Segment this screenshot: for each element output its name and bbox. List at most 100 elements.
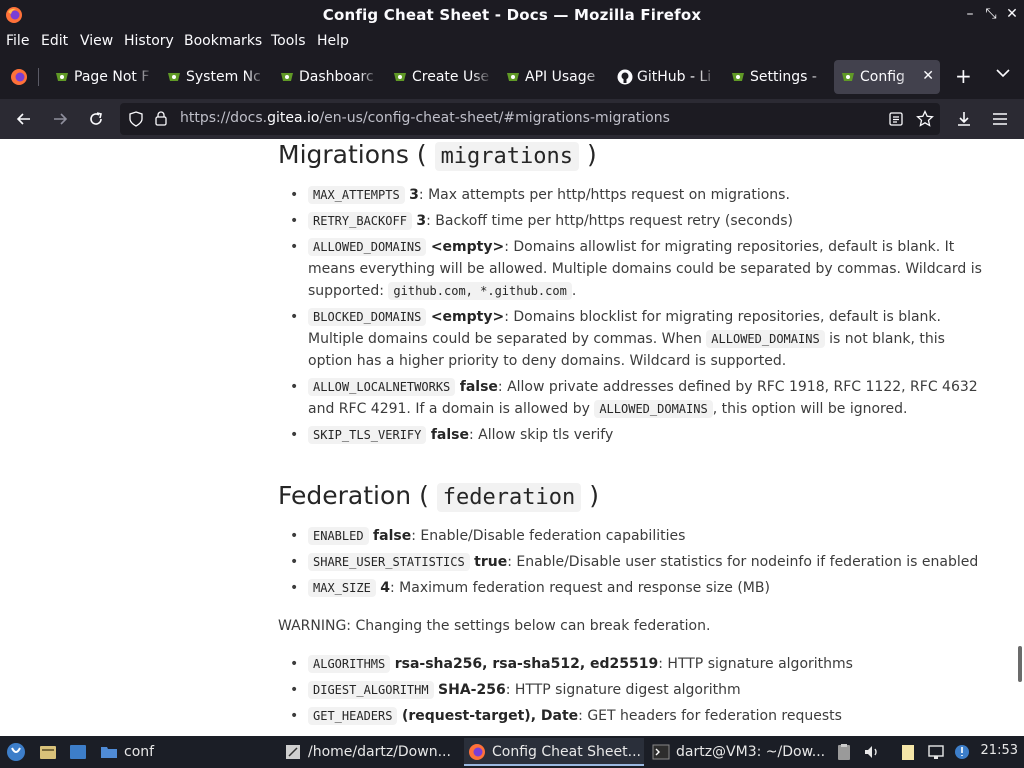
minimize-icon[interactable]: – bbox=[962, 6, 978, 22]
tab-fade bbox=[585, 60, 605, 94]
tab-label: Settings - bbox=[750, 69, 817, 85]
url-text[interactable]: https://docs.gitea.io/en-us/config-cheat… bbox=[180, 110, 670, 126]
config-key: GET_HEADERS bbox=[308, 707, 398, 725]
config-key: ENABLED bbox=[308, 527, 369, 545]
federation-advanced-list: ALGORITHMS rsa-sha256, rsa-sha512, ed255… bbox=[278, 653, 988, 731]
terminal-icon bbox=[652, 744, 670, 760]
menu-view[interactable]: View bbox=[80, 33, 113, 49]
menu-bookmarks[interactable]: Bookmarks bbox=[184, 33, 262, 49]
gitea-icon bbox=[842, 73, 854, 81]
config-default: <empty> bbox=[430, 309, 505, 325]
tab-create-user[interactable]: Create Use bbox=[386, 60, 492, 94]
config-description: : Enable/Disable user statistics for nod… bbox=[507, 554, 979, 570]
firefox-icon bbox=[469, 744, 485, 760]
show-desktop-icon[interactable] bbox=[68, 742, 88, 762]
config-description: : HTTP signature algorithms bbox=[658, 656, 853, 672]
page-content: Migrations ( migrations ) MAX_ATTEMPTS 3… bbox=[0, 139, 1024, 736]
federation-warning: WARNING: Changing the settings below can… bbox=[278, 618, 711, 634]
task-terminal[interactable]: dartz@VM3: ~/Dow... bbox=[648, 738, 828, 766]
tab-api-usage[interactable]: API Usage bbox=[499, 60, 605, 94]
config-description: : Maximum federation request and respons… bbox=[390, 580, 770, 596]
config-key: BLOCKED_DOMAINS bbox=[308, 308, 427, 326]
menu-tools[interactable]: Tools bbox=[271, 33, 306, 49]
list-item: GET_HEADERS (request-target), Date: GET … bbox=[278, 705, 988, 727]
gitea-icon bbox=[732, 73, 744, 81]
list-item: DIGEST_ALGORITHM SHA-256: HTTP signature… bbox=[278, 679, 988, 701]
hamburger-menu-icon[interactable] bbox=[990, 109, 1010, 129]
task-label: conf bbox=[124, 744, 155, 760]
task-label: dartz@VM3: ~/Dow... bbox=[676, 744, 826, 760]
menu-history[interactable]: History bbox=[124, 33, 174, 49]
scrollbar-thumb[interactable] bbox=[1018, 646, 1022, 682]
chevron-down-icon[interactable] bbox=[996, 68, 1010, 78]
navigation-bar: https://docs.gitea.io/en-us/config-cheat… bbox=[0, 99, 1024, 139]
config-default: true bbox=[474, 554, 508, 570]
gitea-icon bbox=[281, 73, 293, 81]
reload-icon[interactable] bbox=[86, 109, 106, 129]
migrations-list: MAX_ATTEMPTS 3: Max attempts per http/ht… bbox=[278, 184, 988, 450]
tab-fade bbox=[246, 60, 266, 94]
list-item: ALLOW_LOCALNETWORKS false: Allow private… bbox=[278, 376, 988, 420]
config-default: 3 bbox=[416, 213, 427, 229]
folder-icon bbox=[101, 747, 117, 758]
update-notifier-icon[interactable] bbox=[952, 742, 972, 762]
menu-edit[interactable]: Edit bbox=[41, 33, 68, 49]
back-arrow-icon[interactable] bbox=[14, 109, 34, 129]
volume-icon[interactable] bbox=[862, 742, 882, 762]
task-label: Config Cheat Sheet... bbox=[492, 744, 641, 760]
task-firefox[interactable]: Config Cheat Sheet... bbox=[464, 738, 644, 766]
notes-icon[interactable] bbox=[898, 742, 918, 762]
tab-system-notices[interactable]: System Nc bbox=[160, 60, 266, 94]
clipboard-icon[interactable] bbox=[834, 742, 854, 762]
close-tab-icon[interactable]: ✕ bbox=[922, 68, 934, 84]
task-text-editor[interactable]: /home/dartz/Down... bbox=[280, 738, 460, 766]
tab-config-cheat-sheet[interactable]: Config C ✕ bbox=[834, 60, 940, 94]
list-item: ALLOWED_DOMAINS <empty>: Domains allowli… bbox=[278, 236, 988, 302]
config-default: false bbox=[430, 427, 469, 443]
config-description: : Backoff time per http/https request re… bbox=[426, 213, 794, 229]
url-bar[interactable]: https://docs.gitea.io/en-us/config-cheat… bbox=[120, 103, 940, 135]
section-heading-migrations[interactable]: Migrations ( migrations ) bbox=[278, 139, 597, 173]
federation-list: ENABLED false: Enable/Disable federation… bbox=[278, 525, 988, 603]
tab-page-not-found[interactable]: Page Not F bbox=[48, 60, 154, 94]
file-manager-icon[interactable] bbox=[38, 742, 58, 762]
config-key: DIGEST_ALGORITHM bbox=[308, 681, 434, 699]
tab-dashboard[interactable]: Dashboarc bbox=[273, 60, 379, 94]
config-key: SKIP_TLS_VERIFY bbox=[308, 426, 427, 444]
menu-file[interactable]: File bbox=[6, 33, 29, 49]
task-conf-folder[interactable]: conf bbox=[96, 738, 156, 766]
new-tab-icon[interactable]: + bbox=[955, 66, 972, 86]
downloads-icon[interactable] bbox=[954, 109, 974, 129]
firefox-view-icon[interactable] bbox=[10, 68, 28, 86]
bookmark-star-icon[interactable] bbox=[916, 110, 934, 128]
heading-code: federation bbox=[436, 483, 582, 512]
url-domain: gitea.io bbox=[267, 110, 320, 126]
gitea-icon bbox=[168, 73, 180, 81]
shield-icon[interactable] bbox=[128, 111, 144, 127]
section-heading-federation[interactable]: Federation ( federation ) bbox=[278, 480, 599, 514]
tab-bar: Page Not F System Nc Dashboarc Create Us… bbox=[0, 54, 1024, 99]
lock-icon[interactable] bbox=[154, 110, 168, 127]
reader-view-icon[interactable] bbox=[888, 111, 904, 127]
config-default: <empty> bbox=[430, 239, 505, 255]
config-default: 3 bbox=[409, 187, 419, 203]
sentence-end: . bbox=[571, 283, 577, 299]
menu-help[interactable]: Help bbox=[317, 33, 349, 49]
restore-icon[interactable]: ⤡ bbox=[983, 6, 999, 22]
config-default: (request-target), Date bbox=[401, 708, 579, 724]
config-key: RETRY_BACKOFF bbox=[308, 212, 412, 230]
gitea-icon bbox=[507, 73, 519, 81]
close-window-icon[interactable]: ✕ bbox=[1004, 6, 1020, 22]
tab-settings[interactable]: Settings - bbox=[724, 60, 830, 94]
network-icon[interactable] bbox=[926, 742, 946, 762]
config-key: MAX_SIZE bbox=[308, 579, 376, 597]
list-item: SKIP_TLS_VERIFY false: Allow skip tls ve… bbox=[278, 424, 988, 446]
tab-github[interactable]: GitHub - Li bbox=[611, 60, 717, 94]
forward-arrow-icon[interactable] bbox=[50, 109, 70, 129]
tab-fade bbox=[472, 60, 492, 94]
task-label: /home/dartz/Down... bbox=[308, 744, 451, 760]
config-default: false bbox=[459, 379, 498, 395]
start-menu-icon[interactable] bbox=[6, 742, 26, 762]
clock[interactable]: 21:53 bbox=[981, 743, 1018, 758]
window-title: Config Cheat Sheet - Docs — Mozilla Fire… bbox=[322, 6, 702, 24]
